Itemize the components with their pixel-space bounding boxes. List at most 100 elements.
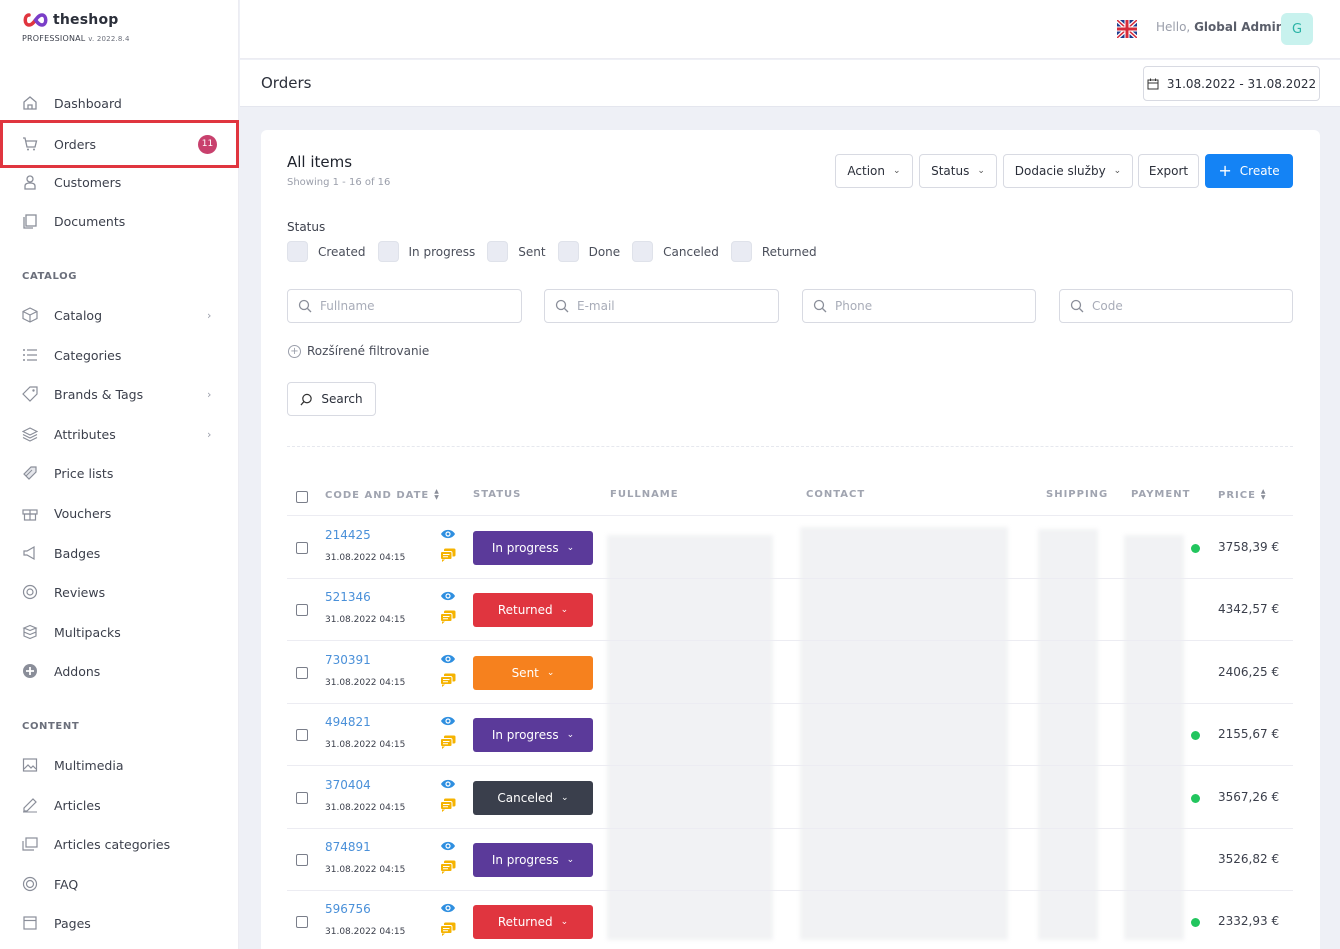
folders-icon (22, 836, 38, 852)
phone-input[interactable] (835, 299, 1015, 313)
column-code-and-date[interactable]: CODE AND DATE ▲ ▼ (325, 489, 440, 501)
sidebar-item-categories[interactable]: Categories (0, 335, 239, 375)
sidebar-item-badges[interactable]: Badges (0, 533, 239, 573)
card-title: All items (287, 153, 353, 171)
sidebar-item-reviews[interactable]: Reviews (0, 572, 239, 612)
sidebar-item-faq[interactable]: FAQ (0, 864, 239, 904)
search-button[interactable]: Search (287, 382, 376, 416)
sidebar-item-dashboard[interactable]: Dashboard (0, 83, 239, 123)
eye-icon[interactable] (440, 590, 456, 602)
date-range-picker[interactable]: 31.08.2022 - 31.08.2022 (1143, 66, 1320, 101)
order-price: 4342,57 € (1218, 602, 1280, 617)
order-code-link[interactable]: 370404 (325, 778, 371, 792)
row-checkbox[interactable] (296, 791, 308, 804)
avatar[interactable]: G (1281, 13, 1313, 45)
sidebar-item-customers[interactable]: Customers (0, 162, 239, 202)
export-button[interactable]: Export (1138, 154, 1199, 188)
chevron-down-icon: ⌄ (560, 917, 569, 928)
fullname-input[interactable] (320, 299, 500, 313)
row-checkbox[interactable] (296, 666, 308, 679)
comments-icon[interactable] (440, 610, 456, 625)
fullname-search-field[interactable] (287, 289, 522, 323)
phone-search-field[interactable] (802, 289, 1036, 323)
checkbox[interactable] (487, 241, 509, 262)
order-code-link[interactable]: 494821 (325, 715, 371, 729)
row-checkbox[interactable] (296, 604, 308, 617)
eye-icon[interactable] (440, 653, 456, 665)
email-input[interactable] (577, 299, 757, 313)
row-checkbox[interactable] (296, 916, 308, 929)
comments-icon[interactable] (440, 798, 456, 812)
sidebar-item-multimedia[interactable]: Multimedia (0, 745, 239, 785)
sidebar-item-orders[interactable]: Orders 11 (0, 120, 239, 168)
order-code-link[interactable]: 214425 (325, 528, 371, 542)
order-status-dropdown[interactable]: In progress ⌄ (473, 718, 593, 753)
eye-icon[interactable] (440, 528, 456, 540)
create-label: Create (1239, 164, 1280, 178)
order-code-link[interactable]: 596756 (325, 902, 371, 916)
action-dropdown-button[interactable]: Action ⌄ (835, 154, 913, 188)
order-status-dropdown[interactable]: Returned ⌄ (473, 905, 593, 940)
comments-icon[interactable] (440, 922, 456, 937)
status-filter-group: Created In progress Sent Done Canceled R… (287, 241, 829, 262)
order-date: 31.08.2022 04:15 (325, 553, 406, 563)
row-checkbox[interactable] (296, 854, 308, 866)
delivery-services-dropdown-button[interactable]: Dodacie služby ⌄ (1003, 154, 1133, 188)
advanced-filter-toggle[interactable]: + Rozšírené filtrovanie (288, 344, 429, 358)
sidebar-item-price-lists[interactable]: Price lists (0, 453, 239, 493)
sidebar-item-multipacks[interactable]: Multipacks (0, 612, 239, 652)
comments-icon[interactable] (440, 860, 456, 874)
checkbox[interactable] (632, 241, 654, 262)
filter-returned[interactable]: Returned (730, 241, 817, 262)
row-checkbox[interactable] (296, 542, 308, 554)
chevron-down-icon: ⌄ (566, 543, 575, 553)
eye-icon[interactable] (440, 715, 456, 727)
status-dropdown-button[interactable]: Status ⌄ (919, 154, 997, 188)
sidebar-item-pages[interactable]: Pages (0, 903, 239, 943)
sidebar-item-catalog[interactable]: Catalog › (0, 295, 239, 335)
filter-in-progress[interactable]: In progress (377, 241, 475, 262)
order-code-link[interactable]: 730391 (325, 653, 371, 667)
filter-canceled[interactable]: Canceled (632, 241, 719, 262)
checkbox[interactable] (557, 241, 579, 262)
checkbox[interactable] (377, 241, 399, 262)
email-search-field[interactable] (544, 289, 779, 323)
code-search-field[interactable] (1059, 289, 1293, 323)
sidebar-item-documents[interactable]: Documents (0, 201, 239, 241)
comments-icon[interactable] (440, 548, 456, 562)
column-price[interactable]: PRICE ▲ ▼ (1218, 489, 1267, 501)
uk-flag-icon[interactable] (1117, 20, 1137, 38)
comments-icon[interactable] (440, 735, 456, 750)
eye-icon[interactable] (440, 902, 456, 914)
order-status-dropdown[interactable]: Returned ⌄ (473, 593, 593, 628)
select-all-checkbox[interactable] (296, 491, 308, 503)
sidebar-item-articles-categories[interactable]: Articles categories (0, 824, 239, 864)
column-label: CONTACT (806, 489, 866, 500)
order-code-link[interactable]: 521346 (325, 590, 371, 604)
sidebar-item-articles[interactable]: Articles (0, 785, 239, 825)
sidebar-item-addons[interactable]: Addons (0, 651, 239, 691)
create-button[interactable]: + Create (1205, 154, 1293, 188)
sidebar-item-vouchers[interactable]: Vouchers (0, 493, 239, 533)
brand-logo[interactable]: theshop PROFESSIONAL v. 2022.8.4 (22, 12, 130, 43)
sidebar-item-attributes[interactable]: Attributes › (0, 414, 239, 454)
order-price: 3567,26 € (1218, 789, 1280, 804)
order-status-dropdown[interactable]: In progress ⌄ (473, 843, 593, 877)
filter-sent[interactable]: Sent (487, 241, 546, 262)
comments-icon[interactable] (440, 673, 456, 687)
filter-created[interactable]: Created (287, 241, 366, 262)
row-checkbox[interactable] (296, 729, 308, 742)
order-status-dropdown[interactable]: In progress ⌄ (473, 531, 593, 565)
eye-icon[interactable] (440, 840, 456, 852)
checkbox[interactable] (287, 241, 308, 262)
order-code-link[interactable]: 874891 (325, 840, 371, 854)
advanced-filter-label: Rozšírené filtrovanie (307, 344, 430, 358)
code-input[interactable] (1092, 299, 1272, 313)
chevron-right-icon: › (207, 387, 212, 401)
filter-done[interactable]: Done (557, 241, 620, 262)
order-status-dropdown[interactable]: Sent ⌄ (473, 655, 593, 690)
sidebar-item-brands-tags[interactable]: Brands & Tags › (0, 374, 239, 414)
eye-icon[interactable] (440, 778, 456, 790)
checkbox[interactable] (730, 241, 752, 262)
order-status-dropdown[interactable]: Canceled ⌄ (473, 780, 593, 815)
